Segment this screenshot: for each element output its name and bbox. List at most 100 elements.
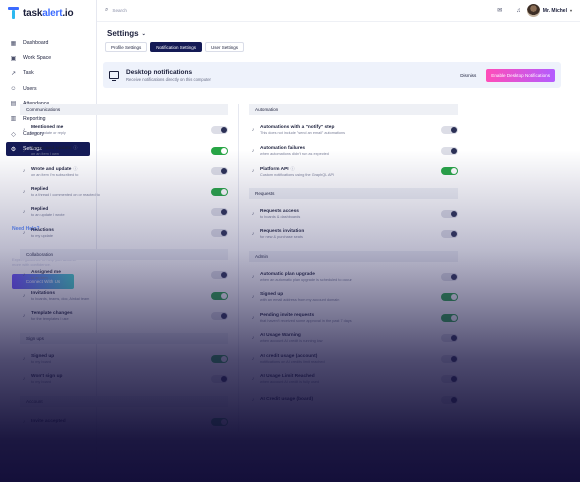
notification-toggle[interactable] — [211, 271, 228, 280]
sidebar-item-label: Users — [23, 85, 37, 92]
notification-subtitle: to boards, teams, doc, Ainkai team — [31, 296, 90, 301]
bell-icon: ♪ — [22, 127, 26, 134]
notification-row: ♪ Signed up with an email address from my … — [249, 287, 458, 308]
tab-user-settings[interactable]: User Settings — [205, 42, 245, 52]
bell-icon: ♪ — [22, 147, 26, 154]
users-icon: ☺ — [10, 85, 17, 92]
notification-text: Requests access to boards & dashboards — [260, 209, 441, 219]
notification-toggle[interactable] — [211, 208, 228, 217]
sidebar-item-dashboard[interactable]: ▦ Dashboard — [6, 36, 90, 50]
notification-toggle[interactable] — [441, 293, 458, 302]
notification-toggle[interactable] — [441, 209, 458, 218]
bell-icon: ♪ — [251, 396, 255, 403]
notification-subtitle: when an automatic plan upgrade is schedu… — [260, 277, 352, 282]
bell-icon: ♪ — [22, 313, 26, 320]
notification-subtitle: to my board — [31, 359, 52, 364]
notification-title: Wrote and update ⓘ — [31, 166, 211, 172]
enable-desktop-notifications-button[interactable]: Enable Desktop Notifications — [486, 68, 555, 82]
notification-toggle[interactable] — [211, 312, 228, 321]
notification-title-text: Pending invite requests — [260, 312, 315, 318]
bell-icon: ♪ — [22, 209, 26, 216]
notification-title: Replied — [31, 207, 211, 212]
sidebar-item-work-space[interactable]: ▣ Work Space — [6, 51, 90, 65]
notification-title-text: Mentioned me — [31, 125, 64, 131]
notification-title-text: Replied — [31, 186, 49, 192]
notification-subtitle: to an item — [31, 276, 48, 281]
section-header: Requests — [249, 187, 458, 199]
logo[interactable]: taskalert.io — [8, 6, 90, 20]
notification-subtitle: This does not include "send an email" au… — [260, 131, 346, 136]
notification-toggle[interactable] — [441, 395, 458, 404]
chevron-down-icon: ▾ — [569, 8, 572, 13]
notification-toggle[interactable] — [211, 291, 228, 300]
bell-icon: ♪ — [22, 355, 26, 362]
notification-subtitle: In an update or reply — [31, 131, 66, 136]
search-bar[interactable]: ⌕ Search — [105, 7, 465, 14]
notification-subtitle: for the templates I use — [31, 317, 69, 322]
sidebar-item-task[interactable]: ↗ Task — [6, 66, 90, 80]
notification-title: Automations with a "notify" step — [260, 125, 441, 130]
notification-title-text: Invite accepted — [31, 418, 66, 424]
notification-row: ♪ AI Usage Warning when account AI credit … — [249, 328, 458, 349]
notification-toggle[interactable] — [211, 146, 228, 155]
notification-toggle[interactable] — [211, 417, 228, 426]
notification-toggle[interactable] — [441, 167, 458, 176]
notification-toggle[interactable] — [441, 146, 458, 155]
right-column: Automation ♪ Automations with a "notify" s… — [239, 104, 458, 432]
notification-toggle[interactable] — [211, 187, 228, 196]
notification-row: ♪ Reactions to my update — [20, 223, 228, 244]
notification-text: Won't sign up to my board — [31, 374, 211, 384]
bell-icon: ♪ — [22, 418, 26, 425]
top-icons: ✉ ♫ — [497, 7, 521, 15]
section-header: Automation — [249, 104, 458, 115]
info-icon[interactable]: ⓘ — [73, 145, 77, 150]
left-column: Communications ♪ Mentioned me In an update … — [20, 104, 239, 432]
notification-title-text: AI Credit usage (board) — [260, 396, 314, 402]
sidebar-item-users[interactable]: ☺ Users — [6, 82, 90, 96]
dismiss-button[interactable]: Dismiss — [460, 73, 476, 78]
notification-toggle[interactable] — [211, 167, 228, 176]
notification-toggle[interactable] — [441, 313, 458, 322]
notification-title: AI Usage Limit Reached — [260, 374, 441, 379]
notification-toggle[interactable] — [441, 126, 458, 135]
tab-notification-settings[interactable]: Notification Settings — [150, 42, 203, 52]
notification-row: ♪ Automations with a "notify" step This do… — [249, 120, 458, 141]
notification-toggle[interactable] — [211, 228, 228, 237]
mail-icon[interactable]: ✉ — [497, 7, 502, 14]
info-icon[interactable]: ⓘ — [73, 166, 77, 171]
notification-toggle[interactable] — [211, 354, 228, 363]
notification-row: ♪ Template changes for the templates I use — [20, 306, 228, 327]
bell-icon[interactable]: ♫ — [516, 8, 521, 14]
bell-icon: ♪ — [251, 376, 255, 383]
user-menu[interactable]: Mr. Michel ▾ — [526, 4, 572, 17]
notification-text: Requests invitation for new & purchase se… — [260, 229, 441, 239]
tab-profile-settings[interactable]: Profile Settings — [105, 42, 148, 52]
page-title[interactable]: Settings ⌄ — [107, 29, 146, 38]
notification-text: AI credit usage (account) notifications o… — [260, 354, 441, 364]
section-header: Account — [20, 395, 228, 407]
notification-title: Replied — [31, 187, 211, 192]
notification-toggle[interactable] — [441, 375, 458, 384]
notification-title: AI Credit usage (board) — [260, 397, 441, 402]
notification-toggle[interactable] — [441, 230, 458, 239]
bell-icon: ♪ — [251, 355, 255, 362]
notification-subtitle: Custom notifications using the GraphQL A… — [260, 172, 335, 177]
notification-toggle[interactable] — [211, 375, 228, 384]
topbar: ⌕ Search ✉ ♫ Mr. Michel ▾ — [97, 0, 580, 22]
notification-row: ♪ Wrote and update ⓘ on an item I own — [20, 141, 228, 162]
notification-toggle[interactable] — [441, 354, 458, 363]
notification-toggle[interactable] — [211, 126, 228, 135]
bell-icon: ♪ — [22, 292, 26, 299]
notification-text: Wrote and update ⓘ on an item I own — [31, 145, 211, 156]
notification-toggle[interactable] — [441, 272, 458, 281]
notification-toggle[interactable] — [441, 334, 458, 343]
page-title-text: Settings — [107, 29, 139, 38]
notification-row: ♪ Automation failures when automations did… — [249, 141, 458, 162]
banner-subtitle: Receive notifications directly on this c… — [126, 76, 211, 82]
notification-title: Invite accepted — [31, 419, 211, 424]
notification-text: Invite accepted — [31, 419, 211, 425]
gear-icon: ⚙ — [10, 146, 17, 153]
chevron-down-icon: ⌄ — [141, 30, 146, 37]
notification-text: AI Usage Warning when account AI credit i… — [260, 333, 441, 343]
info-icon[interactable]: ⓘ — [291, 166, 295, 171]
